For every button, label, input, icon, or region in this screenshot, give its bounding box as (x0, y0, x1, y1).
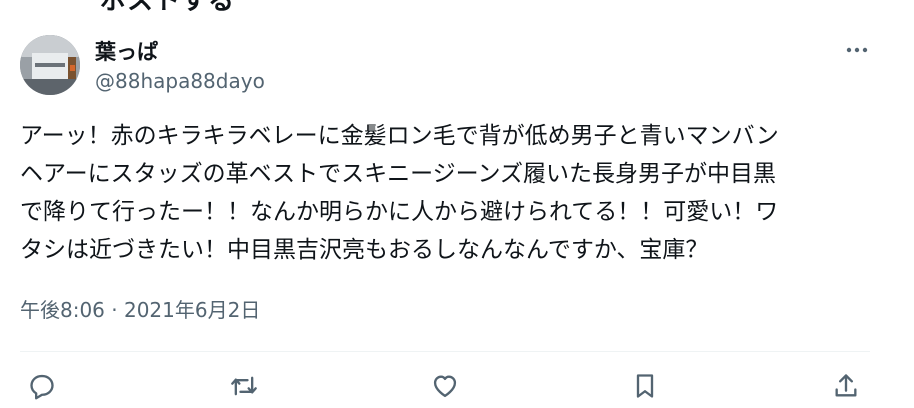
reply-icon (30, 374, 54, 400)
divider (20, 351, 870, 352)
header-cutoff-text: ポストする (100, 0, 236, 16)
tweet-text-line: で降りて行ったー！！なんか明らかに人から避けられてる！！可愛い！ワ (20, 199, 779, 225)
retweet-icon (231, 376, 257, 396)
display-name[interactable]: 葉っぱ (95, 36, 158, 66)
like-button[interactable] (427, 368, 463, 404)
bookmark-icon (636, 374, 654, 398)
bookmark-button[interactable] (627, 368, 663, 404)
more-horizontal-icon (846, 47, 868, 53)
more-options-button[interactable] (840, 36, 874, 64)
tweet-text-line: ヘアーにスタッズの革ベストでスキニージーンズ履いた長身男子が中目黒 (20, 161, 777, 187)
share-button[interactable] (828, 368, 864, 404)
reply-button[interactable] (24, 368, 60, 404)
retweet-button[interactable] (226, 368, 262, 404)
tweet-text: アーッ！赤のキラキラベレーに金髪ロン毛で背が低め男子と青いマンバン ヘアーにスタ… (20, 117, 880, 269)
heart-icon (433, 375, 457, 398)
avatar[interactable] (20, 35, 80, 95)
avatar-image (20, 35, 80, 95)
tweet-text-line: アーッ！赤のキラキラベレーに金髪ロン毛で背が低め男子と青いマンバン (20, 123, 779, 149)
share-icon (835, 374, 857, 397)
tweet-timestamp[interactable]: 午後8:06 · 2021年6月2日 (20, 294, 260, 323)
tweet-text-line: タシは近づきたい！中目黒吉沢亮もおるしなんなんですか、宝庫？ (20, 237, 709, 263)
user-handle[interactable]: @88hapa88dayo (95, 69, 265, 93)
